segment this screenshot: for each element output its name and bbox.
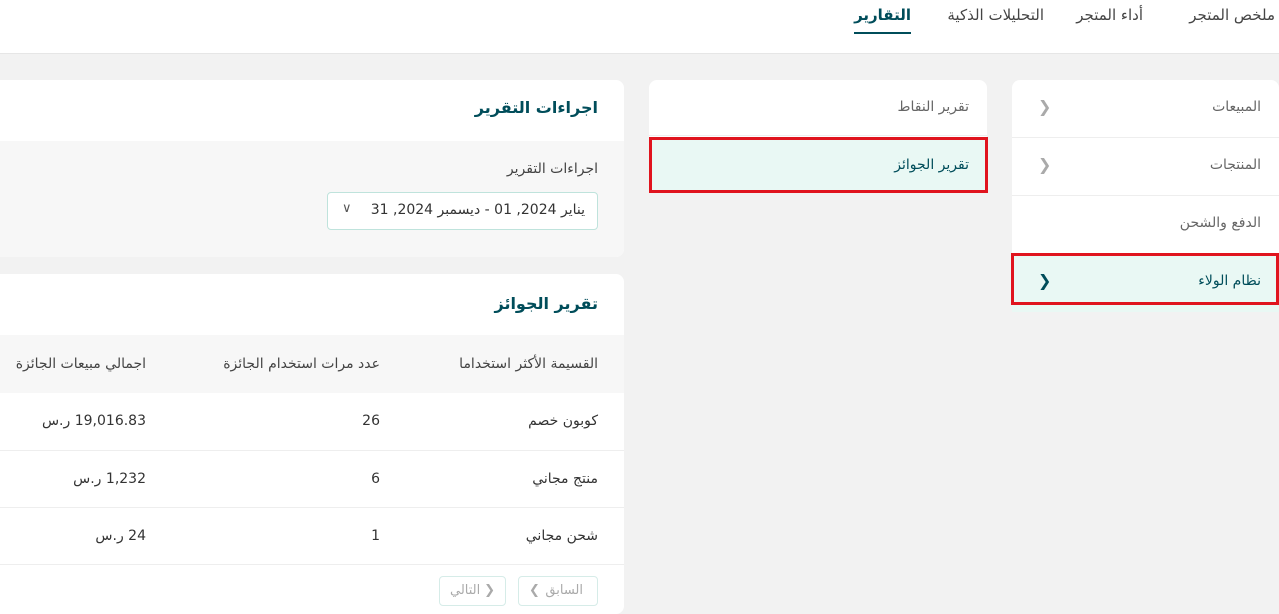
table-cell: 6 [371,470,380,487]
table-cell: 1 [371,527,380,544]
chevron-left-icon: ❮ [484,583,495,598]
report-actions-title: اجراءات التقرير [474,98,598,117]
table-row: شحن مجاني 1 24 ر.س [0,507,624,564]
rewards-table: القسيمة الأكثر استخداما عدد مرات استخدام… [0,335,624,565]
column-header: اجمالي مبيعات الجائزة [15,356,146,372]
menu-item-label: المنتجات [1209,157,1261,173]
tab-store-summary[interactable]: ملخص المتجر [1189,6,1275,32]
menu-item-label: تقرير النقاط [897,99,969,115]
chevron-left-icon: ❮ [1038,271,1052,290]
menu-item-label: المبيعات [1212,99,1261,115]
menu-item-loyalty[interactable]: نظام الولاء ❮ [1012,254,1279,312]
table-cell: 1,232 ر.س [73,470,146,487]
table-cell: 24 ر.س [95,527,146,544]
table-cell: 19,016.83 ر.س [41,413,146,430]
previous-label: السابق [545,583,583,598]
menu-item-points-report[interactable]: تقرير النقاط [649,80,987,136]
menu-item-products[interactable]: المنتجات ❮ [1012,138,1279,196]
rewards-report-card: تقرير الجوائز القسيمة الأكثر استخداما عد… [0,274,624,614]
next-page-button[interactable]: ❮ التالي [439,576,506,606]
previous-page-button[interactable]: السابق ❯ [518,576,598,606]
date-field-label: اجراءات التقرير [506,161,598,177]
rewards-report-title: تقرير الجوائز [494,294,598,313]
menu-item-payment-shipping[interactable]: الدفع والشحن [1012,196,1279,254]
tab-store-performance[interactable]: أداء المتجر [1076,6,1143,32]
table-header-row: القسيمة الأكثر استخداما عدد مرات استخدام… [0,335,624,393]
table-cell: كوبون خصم [528,413,598,430]
chevron-left-icon: ❮ [1038,155,1052,174]
menu-item-label: نظام الولاء [1198,273,1261,289]
menu-item-sales[interactable]: المبيعات ❮ [1012,80,1279,138]
table-cell: 26 [362,413,380,430]
report-actions-body: اجراءات التقرير يناير 2024, 01 - ديسمبر … [0,141,624,257]
report-categories-menu: المبيعات ❮ المنتجات ❮ الدفع والشحن نظام … [1012,80,1279,312]
table-row: منتج مجاني 6 1,232 ر.س [0,450,624,507]
chevron-down-icon: ∨ [342,201,352,216]
top-navigation: ملخص المتجر أداء المتجر التحليلات الذكية… [0,0,1279,54]
tab-smart-analytics[interactable]: التحليلات الذكية [947,6,1044,32]
tab-reports[interactable]: التقارير [854,6,911,34]
column-header: عدد مرات استخدام الجائزة [223,356,380,372]
chevron-right-icon: ❯ [529,583,540,598]
table-row: كوبون خصم 26 19,016.83 ر.س [0,393,624,450]
table-cell: منتج مجاني [532,470,598,487]
date-range-select[interactable]: يناير 2024, 01 - ديسمبر 2024, 31 ∨ [327,192,598,230]
report-actions-card: اجراءات التقرير اجراءات التقرير يناير 20… [0,80,624,257]
next-label: التالي [450,583,481,598]
menu-item-label: الدفع والشحن [1179,215,1261,231]
chevron-left-icon: ❮ [1038,97,1052,116]
table-cell: شحن مجاني [525,527,598,544]
loyalty-reports-menu: تقرير النقاط تقرير الجوائز [649,80,987,192]
menu-item-label: تقرير الجوائز [894,157,969,173]
column-header: القسيمة الأكثر استخداما [459,356,598,372]
date-range-value: يناير 2024, 01 - ديسمبر 2024, 31 [370,202,585,218]
menu-item-rewards-report[interactable]: تقرير الجوائز [649,138,987,192]
